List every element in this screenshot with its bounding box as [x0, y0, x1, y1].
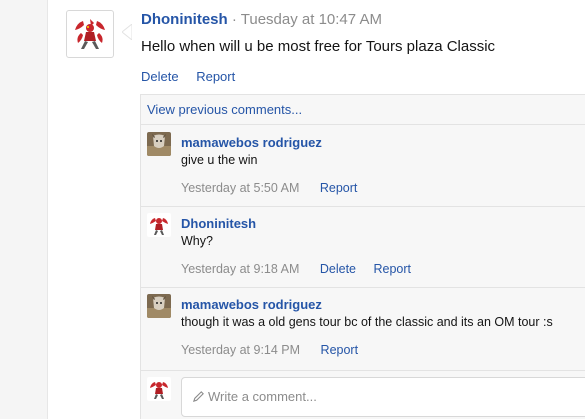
comment-timestamp[interactable]: Yesterday at 9:18 AM — [181, 262, 299, 276]
current-user-avatar — [147, 377, 171, 401]
comment-meta: Yesterday at 5:50 AM Report — [181, 181, 371, 195]
comment-delete-link[interactable]: Delete — [320, 262, 356, 276]
write-comment-row: Write a comment... — [141, 371, 585, 419]
comment-item: Dhoninitesh Why? Yesterday at 9:18 AM De… — [141, 207, 585, 288]
scizor-avatar-icon — [150, 218, 168, 235]
comment-text: give u the win — [181, 153, 258, 167]
comments-panel: View previous comments... mamawebos rodr… — [140, 94, 585, 419]
post-author-avatar[interactable] — [66, 10, 114, 58]
speech-callout-icon — [122, 24, 132, 40]
comment-timestamp[interactable]: Yesterday at 5:50 AM — [181, 181, 299, 195]
goat-avatar-icon — [147, 294, 171, 318]
scizor-avatar-icon — [75, 19, 105, 49]
comment-author-link[interactable]: mamawebos rodriguez — [181, 135, 322, 150]
pencil-icon — [192, 391, 204, 403]
post-timestamp[interactable]: Tuesday at 10:47 AM — [241, 11, 382, 28]
scizor-avatar-icon — [150, 382, 168, 399]
view-previous-comments-link[interactable]: View previous comments... — [141, 95, 585, 125]
goat-avatar-icon — [147, 132, 171, 156]
post-actions: Delete Report — [141, 69, 249, 84]
comment-report-link[interactable]: Report — [373, 262, 411, 276]
comment-item: mamawebos rodriguez give u the win Yeste… — [141, 126, 585, 207]
commenter-avatar[interactable] — [147, 132, 171, 156]
commenter-avatar[interactable] — [147, 213, 171, 237]
comment-meta: Yesterday at 9:14 PM Report — [181, 343, 372, 357]
post-delete-link[interactable]: Delete — [141, 69, 179, 84]
comment-text: Why? — [181, 234, 213, 248]
write-comment-input[interactable]: Write a comment... — [181, 377, 585, 417]
post-author-link[interactable]: Dhoninitesh — [141, 11, 228, 28]
post-header: Dhoninitesh · Tuesday at 10:47 AM — [141, 11, 382, 28]
comment-text: though it was a old gens tour bc of the … — [181, 315, 553, 329]
header-separator: · — [231, 11, 237, 28]
write-comment-placeholder: Write a comment... — [208, 389, 317, 404]
comment-report-link[interactable]: Report — [320, 181, 358, 195]
post-body: Hello when will u be most free for Tours… — [141, 38, 496, 55]
comment-author-link[interactable]: mamawebos rodriguez — [181, 297, 322, 312]
comment-report-link[interactable]: Report — [321, 343, 359, 357]
post-report-link[interactable]: Report — [196, 69, 235, 84]
comment-timestamp[interactable]: Yesterday at 9:14 PM — [181, 343, 300, 357]
commenter-avatar[interactable] — [147, 294, 171, 318]
comment-meta: Yesterday at 9:18 AM Delete Report — [181, 262, 425, 276]
comment-item: mamawebos rodriguez though it was a old … — [141, 288, 585, 371]
left-rail — [0, 0, 48, 419]
comment-author-link[interactable]: Dhoninitesh — [181, 216, 256, 231]
